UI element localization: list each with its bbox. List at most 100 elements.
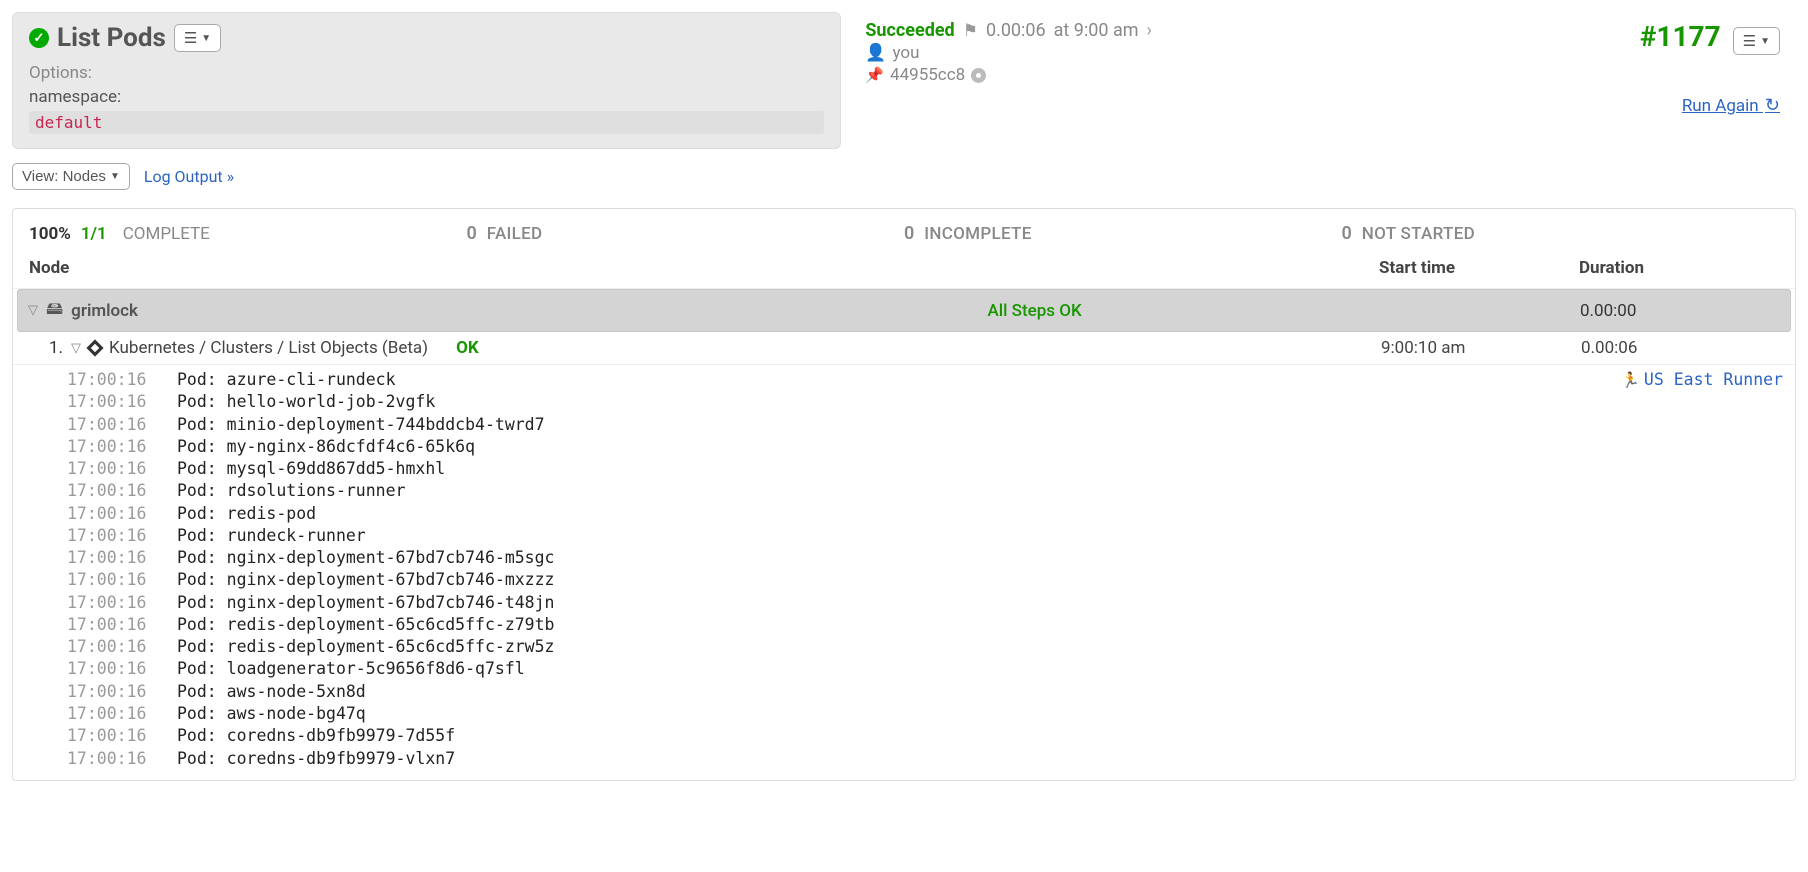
log-timestamp: 17:00:16 [67,480,177,502]
log-line: 17:00:16Pod: coredns-db9fb9979-vlxn7 [67,748,1781,770]
step-path: Kubernetes / Clusters / List Objects (Be… [109,338,428,358]
runner-name: US East Runner [1644,369,1783,391]
log-timestamp: 17:00:16 [67,725,177,747]
log-output: 🏃 US East Runner 17:00:16Pod: azure-cli-… [13,365,1795,780]
log-message: Pod: aws-node-bg47q [177,704,366,723]
node-duration: 0.00:00 [1580,301,1780,321]
list-icon: ☰ [1743,32,1756,50]
options-heading: Options: [29,63,824,83]
log-message: Pod: loadgenerator-5c9656f8d6-q7sfl [177,659,525,678]
log-message: Pod: azure-cli-rundeck [177,370,396,389]
view-nodes-dropdown[interactable]: View: Nodes ▼ [12,163,130,190]
log-line: 17:00:16Pod: redis-pod [67,503,1781,525]
log-line: 17:00:16Pod: mysql-69dd867dd5-hmxhl [67,458,1781,480]
log-message: Pod: redis-pod [177,504,316,523]
caret-down-icon: ▼ [201,33,211,44]
log-output-link[interactable]: Log Output » [144,167,234,186]
summary-notstarted-count: 0 [1342,223,1352,244]
chevron-right-icon[interactable]: › [1147,20,1152,41]
log-line: 17:00:16Pod: hello-world-job-2vgfk [67,391,1781,413]
log-line: 17:00:16Pod: azure-cli-rundeck [67,369,1781,391]
option-key-namespace: namespace: [29,87,824,107]
runner-badge[interactable]: 🏃 US East Runner [1621,369,1783,391]
status-succeeded: Succeeded [865,20,954,41]
user-icon: 👤 [865,43,886,63]
log-timestamp: 17:00:16 [67,503,177,525]
flag-icon: ⚑ [963,21,978,41]
execution-id[interactable]: #1177 [1640,20,1721,53]
log-message: Pod: nginx-deployment-67bd7cb746-t48jn [177,593,555,612]
job-menu-button[interactable]: ☰ ▼ [174,24,221,52]
summary-notstarted-label: NOT STARTED [1362,224,1475,244]
summary-incomplete-count: 0 [904,223,914,244]
log-timestamp: 17:00:16 [67,569,177,591]
log-message: Pod: hello-world-job-2vgfk [177,392,435,411]
log-message: Pod: my-nginx-86dcfdf4c6-65k6q [177,437,475,456]
caret-down-icon: ▼ [1760,36,1770,47]
log-timestamp: 17:00:16 [67,614,177,636]
refresh-icon: ↻ [1765,95,1780,116]
results-card: 100% 1/1 COMPLETE 0 FAILED 0 INCOMPLETE … [12,208,1796,781]
log-line: 17:00:16Pod: rdsolutions-runner [67,480,1781,502]
exec-menu-button[interactable]: ☰ ▼ [1733,27,1780,55]
log-timestamp: 17:00:16 [67,681,177,703]
log-timestamp: 17:00:16 [67,703,177,725]
run-again-link[interactable]: Run Again ↻ [1640,95,1780,116]
commit-dot-icon [971,68,986,83]
node-row[interactable]: ▽ 🖴 grimlock All Steps OK 0.00:00 [17,289,1791,332]
log-message: Pod: nginx-deployment-67bd7cb746-mxzzz [177,570,555,589]
log-message: Pod: aws-node-5xn8d [177,682,366,701]
summary-percent: 100% [29,224,71,244]
log-line: 17:00:16Pod: redis-deployment-65c6cd5ffc… [67,614,1781,636]
list-icon: ☰ [184,29,197,47]
col-header-node: Node [29,258,1379,278]
job-title: List Pods [57,23,166,53]
log-line: 17:00:16Pod: aws-node-5xn8d [67,681,1781,703]
log-line: 17:00:16Pod: nginx-deployment-67bd7cb746… [67,592,1781,614]
log-timestamp: 17:00:16 [67,525,177,547]
log-message: Pod: mysql-69dd867dd5-hmxhl [177,459,445,478]
summary-incomplete-label: INCOMPLETE [924,224,1031,244]
log-line: 17:00:16Pod: loadgenerator-5c9656f8d6-q7… [67,658,1781,680]
log-timestamp: 17:00:16 [67,547,177,569]
chevron-down-icon[interactable]: ▽ [71,341,81,356]
summary-fraction: 1/1 [81,224,107,244]
log-timestamp: 17:00:16 [67,592,177,614]
log-timestamp: 17:00:16 [67,436,177,458]
view-nodes-label: View: Nodes [22,168,106,185]
log-line: 17:00:16Pod: my-nginx-86dcfdf4c6-65k6q [67,436,1781,458]
node-status: All Steps OK [987,301,1380,321]
log-message: Pod: coredns-db9fb9979-vlxn7 [177,749,455,768]
server-icon: 🖴 [46,296,63,325]
step-start-time: 9:00:10 am [1381,338,1581,358]
log-line: 17:00:16Pod: rundeck-runner [67,525,1781,547]
chevron-down-icon[interactable]: ▽ [28,303,38,318]
option-value-namespace: default [29,111,824,134]
step-index: 1. [49,338,63,358]
log-line: 17:00:16Pod: redis-deployment-65c6cd5ffc… [67,636,1781,658]
step-row[interactable]: 1. ▽ Kubernetes / Clusters / List Object… [13,332,1795,365]
log-timestamp: 17:00:16 [67,458,177,480]
log-timestamp: 17:00:16 [67,391,177,413]
summary-failed-label: FAILED [487,224,543,244]
log-timestamp: 17:00:16 [67,414,177,436]
log-message: Pod: rundeck-runner [177,526,366,545]
col-header-duration: Duration [1579,258,1779,278]
exec-user: you [893,43,920,63]
exec-at: at 9:00 am [1054,20,1139,41]
node-name: grimlock [71,301,138,321]
runner-icon: 🏃 [1621,370,1640,390]
log-line: 17:00:16Pod: minio-deployment-744bddcb4-… [67,414,1781,436]
log-message: Pod: redis-deployment-65c6cd5ffc-zrw5z [177,637,555,656]
log-message: Pod: coredns-db9fb9979-7d55f [177,726,455,745]
pin-icon: 📌 [865,66,884,84]
execution-panel: Succeeded ⚑ 0.00:06 at 9:00 am › 👤 you 📌… [849,12,1796,149]
log-timestamp: 17:00:16 [67,658,177,680]
step-type-icon [87,340,104,357]
log-timestamp: 17:00:16 [67,636,177,658]
log-line: 17:00:16Pod: aws-node-bg47q [67,703,1781,725]
summary-failed-count: 0 [467,223,477,244]
exec-duration: 0.00:06 [986,20,1046,41]
log-line: 17:00:16Pod: coredns-db9fb9979-7d55f [67,725,1781,747]
log-message: Pod: rdsolutions-runner [177,481,405,500]
